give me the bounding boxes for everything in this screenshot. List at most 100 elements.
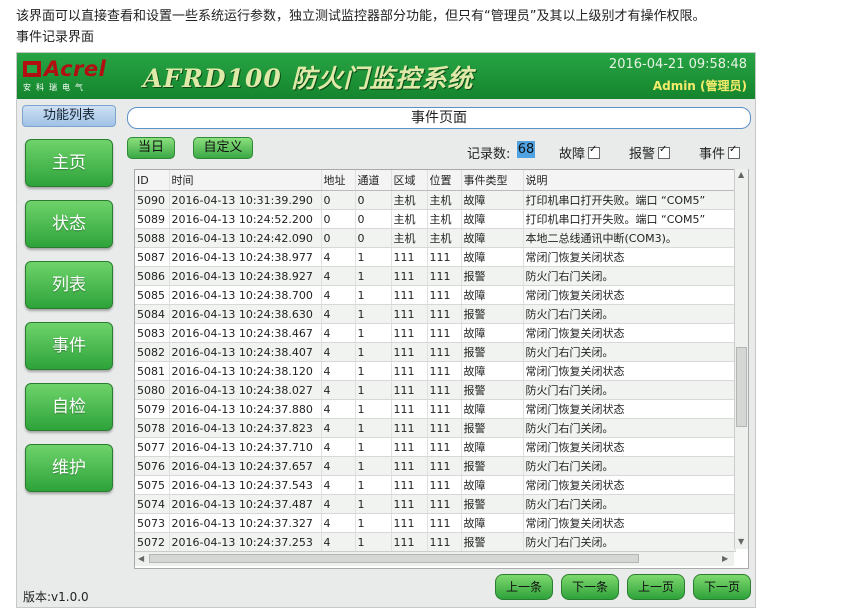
cell-area: 111 bbox=[391, 494, 428, 514]
cell-time: 2016-04-13 10:24:37.880 bbox=[169, 399, 322, 419]
checkbox-checked-icon[interactable] bbox=[658, 144, 671, 159]
table-row[interactable]: 5080 2016-04-13 10:24:38.027 4 1 111 111 报警 防火门… bbox=[135, 380, 736, 400]
scroll-right-arrow-icon[interactable]: ▶ bbox=[722, 554, 728, 563]
sidebar: 功能列表 主页 状态 列表 事件 自检 维护 版本:v1.0.0 bbox=[17, 99, 121, 607]
prev-item-button[interactable]: 上一条 bbox=[495, 574, 553, 600]
table-row[interactable]: 5074 2016-04-13 10:24:37.487 4 1 111 111 报警 防火门… bbox=[135, 494, 736, 514]
cell-location: 主机 bbox=[427, 228, 462, 248]
column-header-location[interactable]: 位置 bbox=[427, 170, 462, 191]
cell-id: 5088 bbox=[135, 228, 170, 248]
cell-description: 常闭门恢复关闭状态 bbox=[523, 247, 736, 267]
column-header-description[interactable]: 说明 bbox=[523, 170, 736, 191]
nav-button-maintenance[interactable]: 维护 bbox=[25, 444, 113, 492]
datetime-display: 2016-04-21 09:58:48 bbox=[608, 57, 747, 72]
table-row[interactable]: 5073 2016-04-13 10:24:37.327 4 1 111 111 故障 常闭门… bbox=[135, 513, 736, 533]
cell-address: 0 bbox=[321, 228, 356, 248]
table-row[interactable]: 5086 2016-04-13 10:24:38.927 4 1 111 111 报警 防火门… bbox=[135, 266, 736, 286]
cell-address: 4 bbox=[321, 323, 356, 343]
table-row[interactable]: 5079 2016-04-13 10:24:37.880 4 1 111 111 故障 常闭门… bbox=[135, 399, 736, 419]
checkbox-checked-icon[interactable] bbox=[728, 144, 741, 159]
cell-description: 常闭门恢复关闭状态 bbox=[523, 361, 736, 381]
table-row[interactable]: 5082 2016-04-13 10:24:38.407 4 1 111 111 报警 防火门… bbox=[135, 342, 736, 362]
cell-description: 常闭门恢复关闭状态 bbox=[523, 323, 736, 343]
cell-location: 主机 bbox=[427, 190, 462, 210]
table-row[interactable]: 5078 2016-04-13 10:24:37.823 4 1 111 111 报警 防火门… bbox=[135, 418, 736, 438]
cell-area: 111 bbox=[391, 513, 428, 533]
table-row[interactable]: 5072 2016-04-13 10:24:37.253 4 1 111 111 报警 防火门… bbox=[135, 532, 736, 552]
cell-time: 2016-04-13 10:24:38.700 bbox=[169, 285, 322, 305]
prev-page-button[interactable]: 上一页 bbox=[627, 574, 685, 600]
column-header-time[interactable]: 时间 bbox=[169, 170, 322, 191]
table-row[interactable]: 5090 2016-04-13 10:31:39.290 0 0 主机 主机 故障 打印机串口… bbox=[135, 190, 736, 210]
cell-id: 5074 bbox=[135, 494, 170, 514]
nav-button-selftest[interactable]: 自检 bbox=[25, 383, 113, 431]
cell-time: 2016-04-13 10:24:42.090 bbox=[169, 228, 322, 248]
cell-location: 111 bbox=[427, 247, 462, 267]
nav-button-home[interactable]: 主页 bbox=[25, 139, 113, 187]
column-header-channel[interactable]: 通道 bbox=[355, 170, 392, 191]
table-row[interactable]: 5087 2016-04-13 10:24:38.977 4 1 111 111 故障 常闭门… bbox=[135, 247, 736, 267]
custom-range-button[interactable]: 自定义 bbox=[193, 137, 253, 159]
cell-description: 打印机串口打开失败。端口 “COM5” bbox=[523, 209, 736, 229]
cell-event-type: 报警 bbox=[461, 532, 524, 552]
horizontal-scrollbar[interactable]: ◀ ▶ bbox=[135, 551, 734, 566]
scroll-left-arrow-icon[interactable]: ◀ bbox=[138, 554, 144, 563]
cell-address: 4 bbox=[321, 513, 356, 533]
column-header-area[interactable]: 区域 bbox=[391, 170, 428, 191]
cell-channel: 1 bbox=[355, 247, 392, 267]
logo-mark-icon bbox=[23, 61, 41, 77]
cell-location: 111 bbox=[427, 513, 462, 533]
scroll-up-arrow-icon[interactable]: ▲ bbox=[738, 170, 744, 179]
table-row[interactable]: 5075 2016-04-13 10:24:37.543 4 1 111 111 故障 常闭门… bbox=[135, 475, 736, 495]
filter-alarm-label: 报警 bbox=[629, 147, 656, 162]
cell-description: 常闭门恢复关闭状态 bbox=[523, 475, 736, 495]
vertical-scroll-thumb[interactable] bbox=[736, 347, 747, 427]
logo-text: Acrel bbox=[44, 57, 107, 81]
today-button[interactable]: 当日 bbox=[127, 137, 175, 159]
filter-alarm[interactable]: 报警 bbox=[629, 143, 671, 162]
table-row[interactable]: 5085 2016-04-13 10:24:38.700 4 1 111 111 故障 常闭门… bbox=[135, 285, 736, 305]
table-row[interactable]: 5076 2016-04-13 10:24:37.657 4 1 111 111 报警 防火门… bbox=[135, 456, 736, 476]
cell-area: 111 bbox=[391, 532, 428, 552]
cell-address: 0 bbox=[321, 190, 356, 210]
record-count-label: 记录数: bbox=[467, 147, 511, 162]
cell-location: 111 bbox=[427, 361, 462, 381]
table-row[interactable]: 5088 2016-04-13 10:24:42.090 0 0 主机 主机 故障 本地二总线… bbox=[135, 228, 736, 248]
table-row[interactable]: 5077 2016-04-13 10:24:37.710 4 1 111 111 故障 常闭门… bbox=[135, 437, 736, 457]
nav-button-list[interactable]: 列表 bbox=[25, 261, 113, 309]
filter-fault[interactable]: 故障 bbox=[559, 143, 601, 162]
cell-address: 4 bbox=[321, 475, 356, 495]
table-row[interactable]: 5089 2016-04-13 10:24:52.200 0 0 主机 主机 故障 打印机串口… bbox=[135, 209, 736, 229]
cell-channel: 1 bbox=[355, 494, 392, 514]
table-row[interactable]: 5081 2016-04-13 10:24:38.120 4 1 111 111 故障 常闭门… bbox=[135, 361, 736, 381]
next-page-button[interactable]: 下一页 bbox=[693, 574, 751, 600]
filter-event[interactable]: 事件 bbox=[699, 143, 741, 162]
scroll-down-arrow-icon[interactable]: ▼ bbox=[738, 537, 744, 546]
nav-button-status[interactable]: 状态 bbox=[25, 200, 113, 248]
vertical-scrollbar[interactable]: ▲ ▼ bbox=[734, 169, 748, 549]
next-item-button[interactable]: 下一条 bbox=[561, 574, 619, 600]
cell-time: 2016-04-13 10:24:37.487 bbox=[169, 494, 322, 514]
column-header-event-type[interactable]: 事件类型 bbox=[461, 170, 524, 191]
horizontal-scroll-thumb[interactable] bbox=[149, 554, 639, 563]
nav-button-events[interactable]: 事件 bbox=[25, 322, 113, 370]
event-table-container[interactable]: ID 时间 地址 通道 区域 位置 事件类型 说明 5090 2016-04-13… bbox=[134, 169, 749, 569]
checkbox-checked-icon[interactable] bbox=[588, 144, 601, 159]
cell-id: 5078 bbox=[135, 418, 170, 438]
cell-channel: 1 bbox=[355, 342, 392, 362]
cell-time: 2016-04-13 10:24:37.710 bbox=[169, 437, 322, 457]
cell-area: 111 bbox=[391, 418, 428, 438]
cell-id: 5081 bbox=[135, 361, 170, 381]
company-logo: Acrel 安科瑞电气 bbox=[23, 57, 129, 95]
column-header-id[interactable]: ID bbox=[135, 170, 170, 191]
table-row[interactable]: 5084 2016-04-13 10:24:38.630 4 1 111 111 报警 防火门… bbox=[135, 304, 736, 324]
cell-description: 常闭门恢复关闭状态 bbox=[523, 437, 736, 457]
column-header-address[interactable]: 地址 bbox=[321, 170, 356, 191]
intro-line-1: 该界面可以直接查看和设置一些系统运行参数，独立测试监控器部分功能，但只有“管理员… bbox=[16, 9, 706, 24]
cell-location: 主机 bbox=[427, 209, 462, 229]
cell-id: 5073 bbox=[135, 513, 170, 533]
cell-location: 111 bbox=[427, 437, 462, 457]
cell-time: 2016-04-13 10:24:38.630 bbox=[169, 304, 322, 324]
cell-time: 2016-04-13 10:24:38.407 bbox=[169, 342, 322, 362]
table-row[interactable]: 5083 2016-04-13 10:24:38.467 4 1 111 111 故障 常闭门… bbox=[135, 323, 736, 343]
